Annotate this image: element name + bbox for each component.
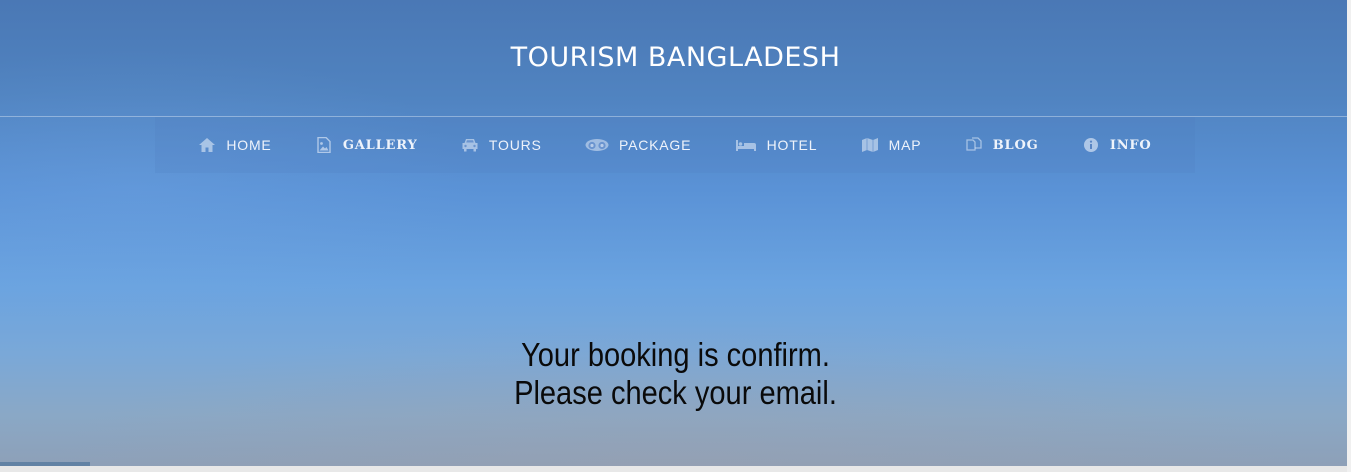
vertical-scrollbar[interactable] [1347,0,1351,472]
nav-item-package[interactable]: PACKAGE [585,137,691,153]
home-icon [198,137,216,153]
info-icon [1082,137,1100,153]
nav-item-tours[interactable]: TOURS [461,137,542,153]
map-icon [861,137,879,153]
nav-label: MAP [888,137,922,153]
confirmation-line: Your booking is confirm. [521,336,830,373]
site-header: TOURISM BANGLADESH [0,0,1351,117]
nav-label: BLOG [992,137,1039,153]
nav-label: TOURS [488,137,542,153]
email-instruction-line: Please check your email. [514,374,837,411]
copy-icon [965,137,983,153]
horizontal-scrollbar[interactable] [0,466,1351,472]
binoculars-icon [585,137,609,153]
nav-item-map[interactable]: MAP [861,137,922,153]
nav-label: GALLERY [342,137,418,153]
nav-item-info[interactable]: INFO [1082,137,1152,153]
nav-item-blog[interactable]: BLOG [965,137,1039,153]
car-icon [461,137,479,153]
site-title[interactable]: TOURISM BANGLADESH [0,42,1351,73]
nav-label: INFO [1109,137,1152,153]
image-icon [315,137,333,153]
booking-confirmation-message: Your booking is confirm. Please check yo… [81,336,1270,412]
nav-label: HOTEL [766,137,818,153]
bed-icon [735,137,757,153]
nav-item-hotel[interactable]: HOTEL [735,137,818,153]
nav-item-gallery[interactable]: GALLERY [315,137,418,153]
nav-label: PACKAGE [619,137,692,153]
main-navigation: HOME GALLERY TOURS PACKAGE HOTEL MAP BLO… [155,117,1195,173]
nav-item-home[interactable]: HOME [198,137,271,153]
nav-label: HOME [226,137,272,153]
